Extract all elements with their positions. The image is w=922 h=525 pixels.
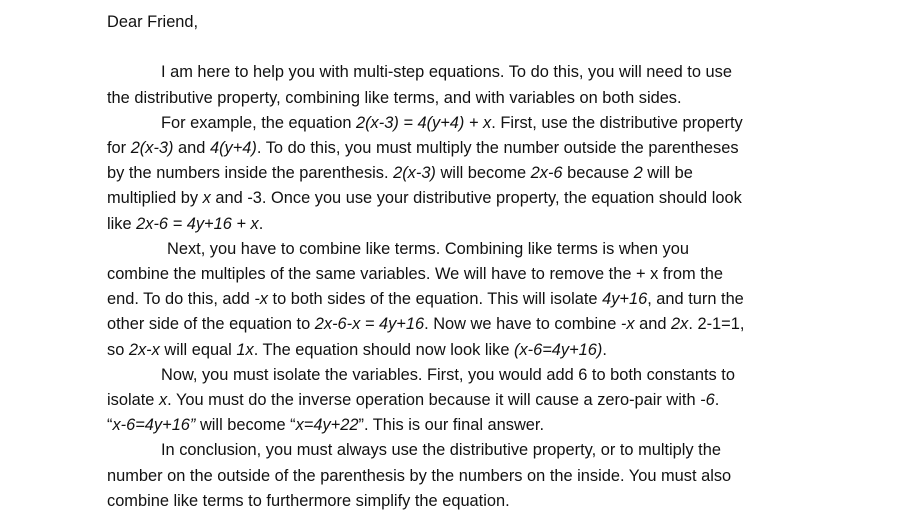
equation: (x-6=4y+16) [514,340,603,359]
paragraph-conclusion: In conclusion, you must always use the d… [107,438,827,514]
expression: -x [620,315,635,334]
paragraph-combine-like-terms: Next, you have to combine like terms. Co… [107,237,827,363]
expression: 2x-x [128,340,160,359]
expression: 4y+16 [602,290,648,309]
paragraph-line: In conclusion, you must always use the d… [161,441,721,460]
paragraph-line: I am here to help you with multi-step eq… [161,63,732,82]
equation: 2x-6-x = 4y+16 [314,315,425,334]
paragraph-line: end. To do this, add -x to both sides of… [107,290,744,309]
paragraph-line: isolate x. You must do the inverse opera… [107,391,720,410]
paragraph-line: For example, the equation 2(x-3) = 4(y+4… [161,113,743,132]
paragraph-line: number on the outside of the parenthesis… [107,466,732,485]
paragraph-line: Next, you have to combine like terms. Co… [167,239,689,258]
equation: x=4y+22 [295,416,359,435]
letter-body: Dear Friend, I am here to help you with … [107,10,827,514]
paragraph-line: like 2x-6 = 4y+16 + x. [107,214,264,233]
paragraph-intro: I am here to help you with multi-step eq… [107,60,827,110]
equation: x-6=4y+16” [112,416,196,435]
salutation: Dear Friend, [107,13,199,31]
equation: 2(x-3) = 4(y+4) + x [355,113,492,132]
paragraph-line: “x-6=4y+16” will become “x=4y+22”. This … [107,416,545,435]
expression: 2x-6 [530,164,563,183]
paragraph-line: for 2(x-3) and 4(y+4). To do this, you m… [107,139,739,157]
expression: 1x [236,340,254,359]
equation: 2x-6 = 4y+16 + x [136,214,259,233]
expression: x [202,189,211,208]
paragraph-line: Now, you must isolate the variables. Fir… [161,365,735,384]
paragraph-line: multiplied by x and -3. Once you use you… [107,189,742,208]
paragraph-line: other side of the equation to 2x-6-x = 4… [107,315,745,334]
expression: 2(x-3) [130,139,174,157]
expression: -6 [700,391,715,410]
expression: x [158,391,168,410]
paragraph-isolate-variables: Now, you must isolate the variables. Fir… [107,363,827,439]
paragraph-line: so 2x-x will equal 1x. The equation shou… [107,340,607,359]
paragraph-line: by the numbers inside the parenthesis. 2… [107,164,693,183]
expression: 2x [671,315,689,334]
expression: 2(x-3) [393,164,436,183]
paragraph-example: For example, the equation 2(x-3) = 4(y+4… [107,111,827,237]
expression: -x [254,290,268,309]
expression: 4(y+4) [209,139,257,157]
paragraph-line: combine like terms to furthermore simpli… [107,491,510,510]
expression: 2 [633,164,643,183]
paragraph-line: combine the multiples of the same variab… [107,265,723,284]
paragraph-line: the distributive property, combining lik… [107,88,682,107]
